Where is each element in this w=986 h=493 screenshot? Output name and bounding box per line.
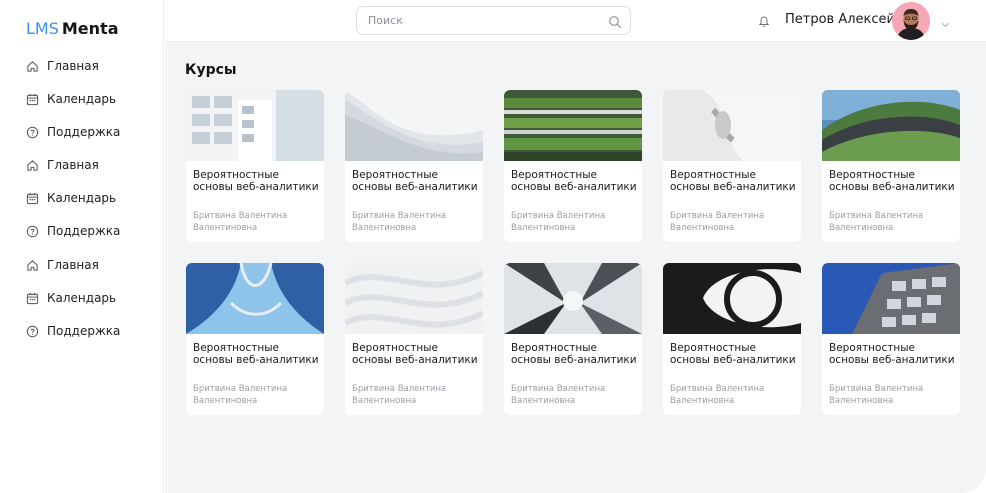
course-title: Вероятностные основы веб-аналитики: [670, 342, 796, 366]
search-icon[interactable]: [608, 14, 622, 29]
top-header: Петров Алексей: [165, 0, 986, 42]
course-image: [504, 90, 642, 161]
logo-brand: LMS: [26, 19, 59, 38]
course-author: Бритвина Валентина Валентиновна: [352, 384, 447, 406]
sidebar-item-support[interactable]: Поддержка: [26, 321, 120, 341]
course-author: Бритвина Валентина Валентиновна: [193, 211, 288, 233]
course-image: [186, 90, 324, 161]
sidebar: LMS Menta Главная Календарь Поддержка Гла…: [0, 0, 164, 493]
sidebar-item-calendar[interactable]: Календарь: [26, 89, 116, 109]
sidebar-item-label: Главная: [47, 258, 99, 272]
help-icon: [26, 325, 39, 338]
sidebar-item-support[interactable]: Поддержка: [26, 122, 120, 142]
sidebar-item-label: Поддержка: [47, 125, 121, 139]
course-card[interactable]: Вероятностные основы веб-аналитики Бритв…: [822, 263, 960, 415]
home-icon: [26, 60, 39, 73]
course-title: Вероятностные основы веб-аналитики: [829, 342, 955, 366]
app-logo[interactable]: LMS Menta: [26, 19, 118, 38]
sidebar-item-label: Календарь: [47, 191, 117, 205]
course-author: Бритвина Валентина Валентиновна: [511, 211, 606, 233]
sidebar-item-support[interactable]: Поддержка: [26, 221, 120, 241]
course-card[interactable]: Вероятностные основы веб-аналитики Бритв…: [186, 90, 324, 242]
sidebar-item-home[interactable]: Главная: [26, 56, 99, 76]
course-card[interactable]: Вероятностные основы веб-аналитики Бритв…: [663, 90, 801, 242]
course-title: Вероятностные основы веб-аналитики: [352, 342, 478, 366]
course-author: Бритвина Валентина Валентиновна: [670, 384, 765, 406]
user-name[interactable]: Петров Алексей: [785, 12, 895, 27]
course-card[interactable]: Вероятностные основы веб-аналитики Бритв…: [504, 263, 642, 415]
course-author: Бритвина Валентина Валентиновна: [829, 211, 924, 233]
course-author: Бритвина Валентина Валентиновна: [829, 384, 924, 406]
course-author: Бритвина Валентина Валентиновна: [193, 384, 288, 406]
bell-icon[interactable]: [757, 13, 771, 27]
course-image: [504, 263, 642, 334]
course-card[interactable]: Вероятностные основы веб-аналитики Бритв…: [663, 263, 801, 415]
calendar-icon: [26, 192, 39, 205]
help-icon: [26, 225, 39, 238]
search-input[interactable]: [368, 14, 603, 27]
course-author: Бритвина Валентина Валентиновна: [670, 211, 765, 233]
main-content: Курсы Вероятностные основы веб-аналитики…: [165, 42, 986, 493]
sidebar-item-label: Календарь: [47, 291, 117, 305]
sidebar-item-calendar[interactable]: Календарь: [26, 188, 116, 208]
course-image: [822, 263, 960, 334]
course-card[interactable]: Вероятностные основы веб-аналитики Бритв…: [345, 90, 483, 242]
sidebar-item-label: Календарь: [47, 92, 117, 106]
course-author: Бритвина Валентина Валентиновна: [511, 384, 606, 406]
sidebar-item-home[interactable]: Главная: [26, 155, 99, 175]
logo-name: Menta: [61, 19, 119, 38]
course-image: [822, 90, 960, 161]
sidebar-item-calendar[interactable]: Календарь: [26, 288, 116, 308]
course-card[interactable]: Вероятностные основы веб-аналитики Бритв…: [504, 90, 642, 242]
course-image: [186, 263, 324, 334]
sidebar-item-home[interactable]: Главная: [26, 255, 99, 275]
chevron-down-icon[interactable]: [940, 15, 951, 28]
avatar[interactable]: [892, 2, 930, 40]
home-icon: [26, 159, 39, 172]
sidebar-item-label: Главная: [47, 158, 99, 172]
course-title: Вероятностные основы веб-аналитики: [193, 342, 319, 366]
course-image: [663, 90, 801, 161]
course-image: [345, 263, 483, 334]
course-image: [663, 263, 801, 334]
calendar-icon: [26, 292, 39, 305]
course-title: Вероятностные основы веб-аналитики: [511, 169, 637, 193]
course-title: Вероятностные основы веб-аналитики: [352, 169, 478, 193]
help-icon: [26, 126, 39, 139]
course-title: Вероятностные основы веб-аналитики: [511, 342, 637, 366]
course-author: Бритвина Валентина Валентиновна: [352, 211, 447, 233]
sidebar-item-label: Главная: [47, 59, 99, 73]
course-card[interactable]: Вероятностные основы веб-аналитики Бритв…: [345, 263, 483, 415]
search-box[interactable]: [356, 6, 631, 35]
course-title: Вероятностные основы веб-аналитики: [193, 169, 319, 193]
page-title: Курсы: [185, 62, 237, 78]
course-title: Вероятностные основы веб-аналитики: [829, 169, 955, 193]
calendar-icon: [26, 93, 39, 106]
course-title: Вероятностные основы веб-аналитики: [670, 169, 796, 193]
course-image: [345, 90, 483, 161]
course-card[interactable]: Вероятностные основы веб-аналитики Бритв…: [186, 263, 324, 415]
course-card[interactable]: Вероятностные основы веб-аналитики Бритв…: [822, 90, 960, 242]
home-icon: [26, 259, 39, 272]
sidebar-item-label: Поддержка: [47, 224, 121, 238]
sidebar-item-label: Поддержка: [47, 324, 121, 338]
